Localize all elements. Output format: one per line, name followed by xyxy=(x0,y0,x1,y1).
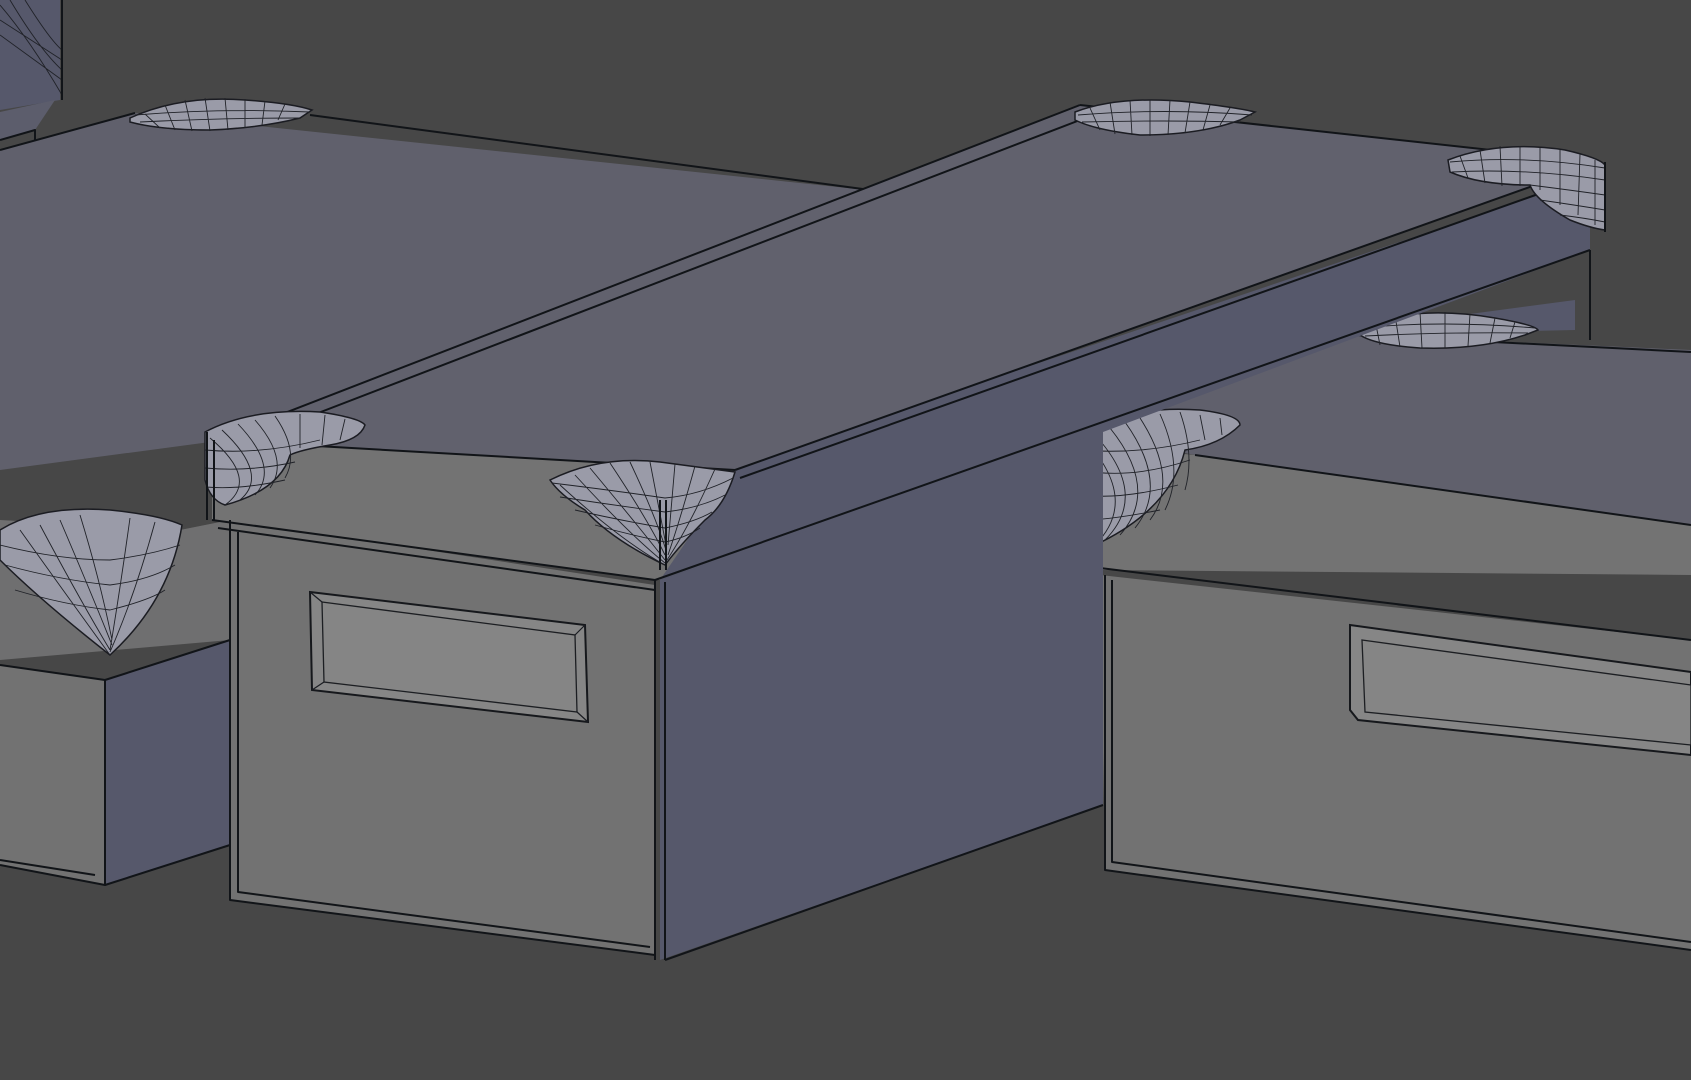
scene-canvas[interactable] xyxy=(0,0,1691,1080)
3d-viewport[interactable] xyxy=(0,0,1691,1080)
box-left-front[interactable] xyxy=(0,508,231,886)
